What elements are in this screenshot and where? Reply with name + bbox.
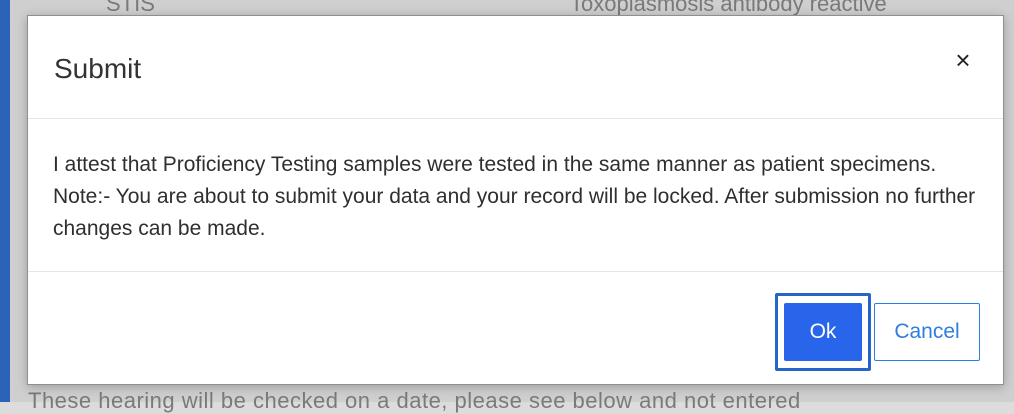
background-bottom-text: These hearing will be checked on a date,… [28,388,801,413]
window-left-border [0,0,10,402]
attestation-message: I attest that Proficiency Testing sample… [53,153,976,240]
dialog-header: Submit × [28,16,1003,119]
cancel-button[interactable]: Cancel [874,303,980,361]
dialog-body: I attest that Proficiency Testing sample… [28,119,1003,272]
ok-button[interactable]: Ok [784,303,862,361]
dialog-title: Submit [54,53,142,84]
dialog-footer: Ok Cancel [28,272,1003,386]
submit-dialog: Submit × I attest that Proficiency Testi… [27,15,1004,385]
close-icon[interactable]: × [951,47,975,73]
